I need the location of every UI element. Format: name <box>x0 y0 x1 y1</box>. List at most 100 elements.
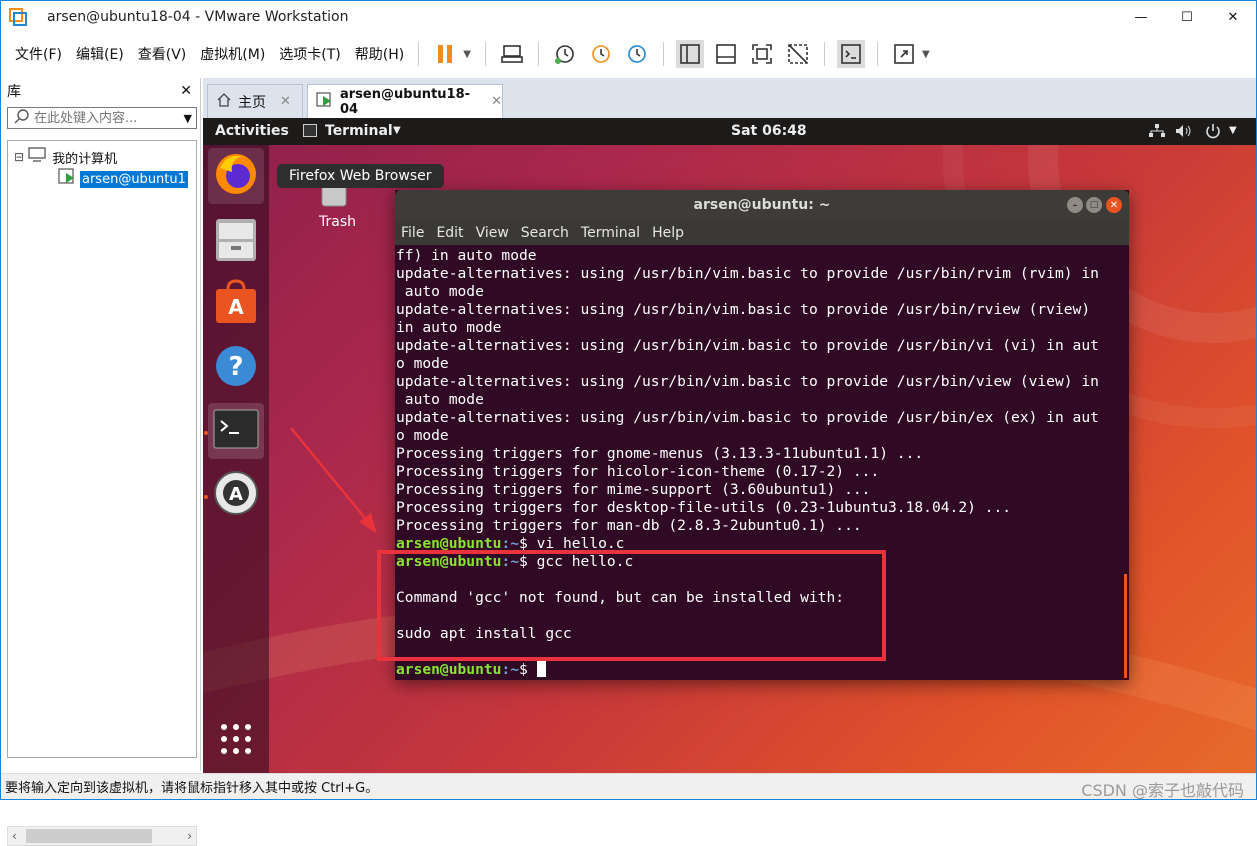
system-menu-arrow-icon[interactable]: ▼ <box>1229 125 1237 136</box>
terminal-menu-file[interactable]: File <box>401 225 424 241</box>
tree-node-label: 我的计算机 <box>52 151 118 167</box>
tab-label: 主页 <box>238 94 266 111</box>
terminal-menu-edit[interactable]: Edit <box>436 225 463 241</box>
unity-mode-icon[interactable] <box>784 40 812 68</box>
search-dropdown-icon[interactable]: ▼ <box>184 112 192 125</box>
library-search[interactable]: ▼ <box>7 107 197 129</box>
menu-edit[interactable]: 编辑(E) <box>76 44 124 64</box>
terminal-window[interactable]: arsen@ubuntu: ~ – □ ✕ File Edit View Sea… <box>395 190 1129 680</box>
library-search-input[interactable] <box>34 110 164 126</box>
prompt-sign: $ <box>519 535 537 552</box>
output-line: Processing triggers for mime-support (3.… <box>396 481 871 498</box>
tab-home[interactable]: 主页 ✕ <box>207 84 303 118</box>
close-button[interactable]: ✕ <box>1210 1 1256 33</box>
prompt-sign: $ <box>519 553 537 570</box>
tab-close-icon[interactable]: ✕ <box>491 94 502 109</box>
maximize-button[interactable]: ☐ <box>1164 1 1210 33</box>
output-line: update-alternatives: using /usr/bin/vim.… <box>396 373 1099 390</box>
prompt-user: arsen@ubuntu <box>396 535 502 552</box>
terminal-minimize-icon[interactable]: – <box>1067 197 1083 213</box>
dock-terminal[interactable] <box>208 403 264 459</box>
toolbar-divider <box>662 42 664 66</box>
terminal-menu-view[interactable]: View <box>476 225 509 241</box>
minimize-button[interactable]: — <box>1118 1 1164 33</box>
tab-close-icon[interactable]: ✕ <box>280 94 291 109</box>
thumbnail-bar-icon[interactable] <box>712 40 740 68</box>
dock-files[interactable] <box>208 214 264 270</box>
ubuntu-dock: A ? A <box>203 145 269 773</box>
vm-display[interactable]: Activities Terminal ▼ Sat 06:48 ▼ A ? A … <box>203 118 1256 773</box>
snapshot-icon[interactable] <box>551 40 579 68</box>
app-menu-button[interactable]: Terminal <box>325 123 393 139</box>
toolbar-divider <box>876 42 878 66</box>
prompt-path: :~ <box>501 661 520 678</box>
snapshot-manager-icon[interactable] <box>623 40 651 68</box>
terminal-menu-search[interactable]: Search <box>521 225 569 241</box>
library-tree: ⊟ 我的计算机 arsen@ubuntu1 <box>7 140 197 758</box>
firefox-icon <box>212 150 260 202</box>
status-text: 要将输入定向到该虚拟机，请将鼠标指针移入其中或按 Ctrl+G。 <box>5 781 379 796</box>
stretch-guest-icon[interactable] <box>890 40 918 68</box>
software-updater-icon: A <box>213 470 259 520</box>
menu-tabs[interactable]: 选项卡(T) <box>279 44 340 64</box>
terminal-scrollbar[interactable] <box>1124 574 1127 678</box>
prompt-user: arsen@ubuntu <box>396 553 502 570</box>
pause-dropdown-icon[interactable]: ▼ <box>463 49 471 60</box>
app-menu-arrow-icon[interactable]: ▼ <box>393 125 401 136</box>
output-line: update-alternatives: using /usr/bin/vim.… <box>396 337 1099 354</box>
collapse-icon[interactable]: ⊟ <box>14 150 24 164</box>
stretch-dropdown-icon[interactable]: ▼ <box>922 49 930 60</box>
show-applications-button[interactable] <box>208 713 264 769</box>
library-title: 库 <box>7 84 21 100</box>
network-icon[interactable] <box>1149 124 1165 142</box>
error-line: sudo apt install gcc <box>396 625 572 642</box>
terminal-close-icon[interactable]: ✕ <box>1106 197 1122 213</box>
tab-vm[interactable]: arsen@ubuntu18-04 ✕ <box>307 84 503 118</box>
console-view-icon[interactable] <box>836 40 865 68</box>
revert-snapshot-icon[interactable] <box>587 40 615 68</box>
toolbar-divider <box>537 42 539 66</box>
scroll-left-icon[interactable]: ‹ <box>12 829 17 843</box>
output-line: in auto mode <box>396 319 502 336</box>
terminal-menu-help[interactable]: Help <box>652 225 684 241</box>
status-bar: 要将输入定向到该虚拟机，请将鼠标指针移入其中或按 Ctrl+G。 CSDN @索… <box>1 773 1256 800</box>
terminal-maximize-icon[interactable]: □ <box>1086 197 1102 213</box>
output-line: auto mode <box>396 391 484 408</box>
menu-view[interactable]: 查看(V) <box>138 44 187 64</box>
dock-software-updater[interactable]: A <box>208 467 264 523</box>
scroll-right-icon[interactable]: › <box>187 829 192 843</box>
library-close-icon[interactable]: ✕ <box>180 83 192 99</box>
terminal-cursor <box>536 661 546 677</box>
activities-button[interactable]: Activities <box>215 123 289 139</box>
send-keys-icon[interactable] <box>498 40 526 68</box>
home-icon <box>216 92 232 112</box>
output-line: auto mode <box>396 283 484 300</box>
show-library-icon[interactable] <box>675 40 704 68</box>
menu-vm[interactable]: 虚拟机(M) <box>200 44 265 64</box>
terminal-title-bar[interactable]: arsen@ubuntu: ~ – □ ✕ <box>395 190 1129 220</box>
volume-icon[interactable] <box>1175 124 1193 142</box>
terminal-icon <box>213 409 259 453</box>
window-title: arsen@ubuntu18-04 - VMware Workstation <box>47 9 349 25</box>
tree-node-vm[interactable]: arsen@ubuntu1 <box>58 168 188 189</box>
prompt-line: arsen@ubuntu:~$ <box>396 661 1126 678</box>
terminal-output[interactable]: ff) in auto mode update-alternatives: usi… <box>396 247 1126 678</box>
pause-icon[interactable] <box>431 40 459 68</box>
menu-file[interactable]: 文件(F) <box>15 44 62 64</box>
terminal-menu-terminal[interactable]: Terminal <box>581 225 640 241</box>
scroll-thumb[interactable] <box>26 829 152 843</box>
power-icon[interactable] <box>1205 123 1221 143</box>
menu-help[interactable]: 帮助(H) <box>355 44 404 64</box>
vmware-app-icon <box>9 8 27 26</box>
clock[interactable]: Sat 06:48 <box>731 123 807 139</box>
output-line: Processing triggers for gnome-menus (3.1… <box>396 445 924 462</box>
dock-software[interactable]: A <box>208 276 264 332</box>
file-cabinet-icon <box>214 217 258 267</box>
dock-firefox[interactable] <box>208 148 264 204</box>
dock-help[interactable]: ? <box>208 340 264 396</box>
tree-node-my-computer[interactable]: ⊟ 我的计算机 <box>14 147 117 167</box>
library-horizontal-scrollbar[interactable]: ‹ › <box>7 826 197 846</box>
full-screen-icon[interactable] <box>748 40 776 68</box>
